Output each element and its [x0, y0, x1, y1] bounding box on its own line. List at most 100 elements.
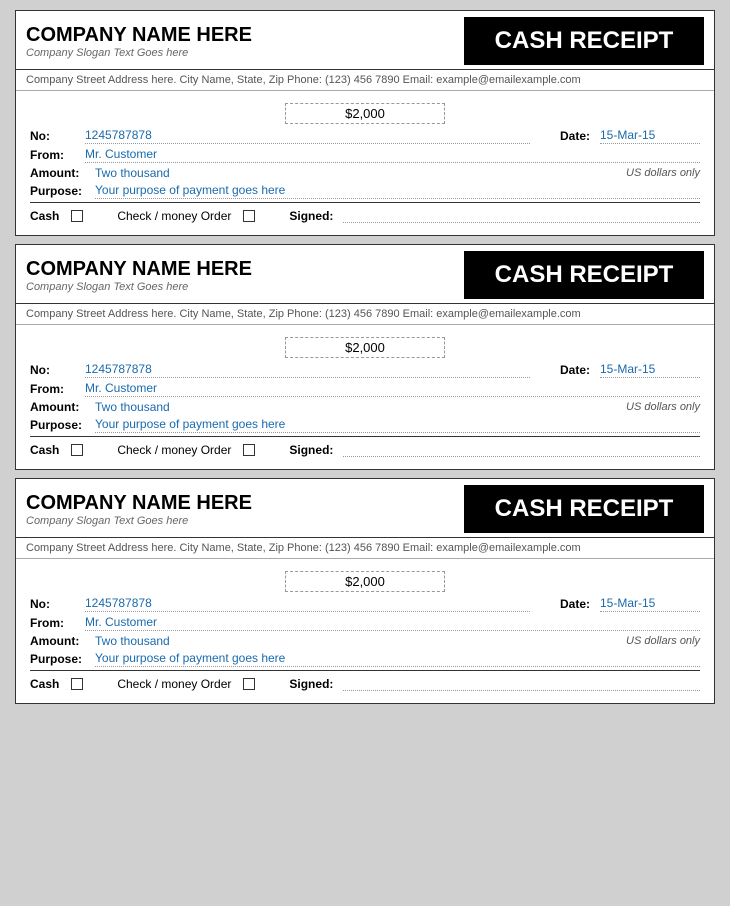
cash-checkbox-2[interactable]	[71, 444, 83, 456]
amount-row-1: $2,000	[30, 103, 700, 124]
check-checkbox-3[interactable]	[243, 678, 255, 690]
no-label-3: No:	[30, 597, 85, 611]
no-label-2: No:	[30, 363, 85, 377]
currency-text-2: US dollars only	[626, 401, 700, 413]
company-name-2: COMPANY NAME HERE	[26, 258, 252, 281]
divider-2	[30, 436, 700, 437]
no-label-1: No:	[30, 129, 85, 143]
cash-label-2: Cash	[30, 443, 59, 457]
date-value-2: 15-Mar-15	[600, 362, 700, 378]
check-money-label-3: Check / money Order	[117, 677, 231, 691]
purpose-label-2: Purpose:	[30, 418, 95, 432]
divider-1	[30, 202, 700, 203]
currency-text-3: US dollars only	[626, 635, 700, 647]
from-row-1: From: Mr. Customer	[30, 147, 700, 163]
from-row-3: From: Mr. Customer	[30, 615, 700, 631]
company-slogan-3: Company Slogan Text Goes here	[26, 515, 252, 527]
payment-row-2: Cash Check / money Order Signed:	[30, 443, 700, 457]
cash-receipt-title-1: CASH RECEIPT	[464, 17, 704, 65]
from-value-2: Mr. Customer	[85, 381, 700, 397]
signed-line-1	[343, 209, 700, 223]
date-group-3: Date: 15-Mar-15	[560, 596, 700, 612]
from-label-3: From:	[30, 616, 85, 630]
purpose-value-1: Your purpose of payment goes here	[95, 183, 700, 199]
amount-box-3: $2,000	[285, 571, 445, 592]
company-info-1: COMPANY NAME HERE Company Slogan Text Go…	[26, 17, 252, 65]
amount-text-label-1: Amount:	[30, 166, 95, 180]
receipt-body-3: $2,000 No: 1245787878 Date: 15-Mar-15 Fr…	[16, 559, 714, 703]
currency-text-1: US dollars only	[626, 167, 700, 179]
purpose-value-3: Your purpose of payment goes here	[95, 651, 700, 667]
amount-text-row-2: Amount: Two thousand US dollars only	[30, 400, 700, 414]
amount-text-row-1: Amount: Two thousand US dollars only	[30, 166, 700, 180]
amount-text-value-3: Two thousand	[95, 634, 626, 648]
receipt-1: COMPANY NAME HERE Company Slogan Text Go…	[15, 10, 715, 236]
amount-text-value-2: Two thousand	[95, 400, 626, 414]
amount-row-3: $2,000	[30, 571, 700, 592]
signed-label-2: Signed:	[289, 443, 333, 457]
amount-box-1: $2,000	[285, 103, 445, 124]
cash-label-3: Cash	[30, 677, 59, 691]
signed-line-3	[343, 677, 700, 691]
company-address-2: Company Street Address here. City Name, …	[16, 304, 714, 325]
amount-text-label-3: Amount:	[30, 634, 95, 648]
payment-row-3: Cash Check / money Order Signed:	[30, 677, 700, 691]
company-slogan-1: Company Slogan Text Goes here	[26, 47, 252, 59]
amount-text-label-2: Amount:	[30, 400, 95, 414]
amount-row-2: $2,000	[30, 337, 700, 358]
no-value-3: 1245787878	[85, 596, 530, 612]
payment-row-1: Cash Check / money Order Signed:	[30, 209, 700, 223]
signed-label-1: Signed:	[289, 209, 333, 223]
date-label-1: Date:	[560, 129, 600, 143]
date-value-3: 15-Mar-15	[600, 596, 700, 612]
purpose-row-2: Purpose: Your purpose of payment goes he…	[30, 417, 700, 433]
company-address-3: Company Street Address here. City Name, …	[16, 538, 714, 559]
company-name-1: COMPANY NAME HERE	[26, 24, 252, 47]
from-value-1: Mr. Customer	[85, 147, 700, 163]
purpose-row-1: Purpose: Your purpose of payment goes he…	[30, 183, 700, 199]
no-value-2: 1245787878	[85, 362, 530, 378]
check-checkbox-1[interactable]	[243, 210, 255, 222]
signed-line-2	[343, 443, 700, 457]
amount-text-value-1: Two thousand	[95, 166, 626, 180]
receipt-3: COMPANY NAME HERE Company Slogan Text Go…	[15, 478, 715, 704]
company-name-3: COMPANY NAME HERE	[26, 492, 252, 515]
check-money-label-1: Check / money Order	[117, 209, 231, 223]
from-label-2: From:	[30, 382, 85, 396]
cash-label-1: Cash	[30, 209, 59, 223]
receipt-header-1: COMPANY NAME HERE Company Slogan Text Go…	[16, 11, 714, 70]
date-value-1: 15-Mar-15	[600, 128, 700, 144]
company-address-1: Company Street Address here. City Name, …	[16, 70, 714, 91]
company-info-3: COMPANY NAME HERE Company Slogan Text Go…	[26, 485, 252, 533]
cash-checkbox-1[interactable]	[71, 210, 83, 222]
purpose-value-2: Your purpose of payment goes here	[95, 417, 700, 433]
company-slogan-2: Company Slogan Text Goes here	[26, 281, 252, 293]
from-row-2: From: Mr. Customer	[30, 381, 700, 397]
company-info-2: COMPANY NAME HERE Company Slogan Text Go…	[26, 251, 252, 299]
receipt-header-3: COMPANY NAME HERE Company Slogan Text Go…	[16, 479, 714, 538]
amount-box-2: $2,000	[285, 337, 445, 358]
from-label-1: From:	[30, 148, 85, 162]
cash-checkbox-3[interactable]	[71, 678, 83, 690]
date-label-2: Date:	[560, 363, 600, 377]
no-date-row-3: No: 1245787878 Date: 15-Mar-15	[30, 596, 700, 612]
purpose-row-3: Purpose: Your purpose of payment goes he…	[30, 651, 700, 667]
signed-label-3: Signed:	[289, 677, 333, 691]
receipt-body-2: $2,000 No: 1245787878 Date: 15-Mar-15 Fr…	[16, 325, 714, 469]
amount-text-row-3: Amount: Two thousand US dollars only	[30, 634, 700, 648]
date-group-2: Date: 15-Mar-15	[560, 362, 700, 378]
no-date-row-1: No: 1245787878 Date: 15-Mar-15	[30, 128, 700, 144]
purpose-label-1: Purpose:	[30, 184, 95, 198]
date-group-1: Date: 15-Mar-15	[560, 128, 700, 144]
receipt-2: COMPANY NAME HERE Company Slogan Text Go…	[15, 244, 715, 470]
check-money-label-2: Check / money Order	[117, 443, 231, 457]
divider-3	[30, 670, 700, 671]
date-label-3: Date:	[560, 597, 600, 611]
check-checkbox-2[interactable]	[243, 444, 255, 456]
cash-receipt-title-3: CASH RECEIPT	[464, 485, 704, 533]
receipt-body-1: $2,000 No: 1245787878 Date: 15-Mar-15 Fr…	[16, 91, 714, 235]
receipt-header-2: COMPANY NAME HERE Company Slogan Text Go…	[16, 245, 714, 304]
from-value-3: Mr. Customer	[85, 615, 700, 631]
no-date-row-2: No: 1245787878 Date: 15-Mar-15	[30, 362, 700, 378]
no-value-1: 1245787878	[85, 128, 530, 144]
